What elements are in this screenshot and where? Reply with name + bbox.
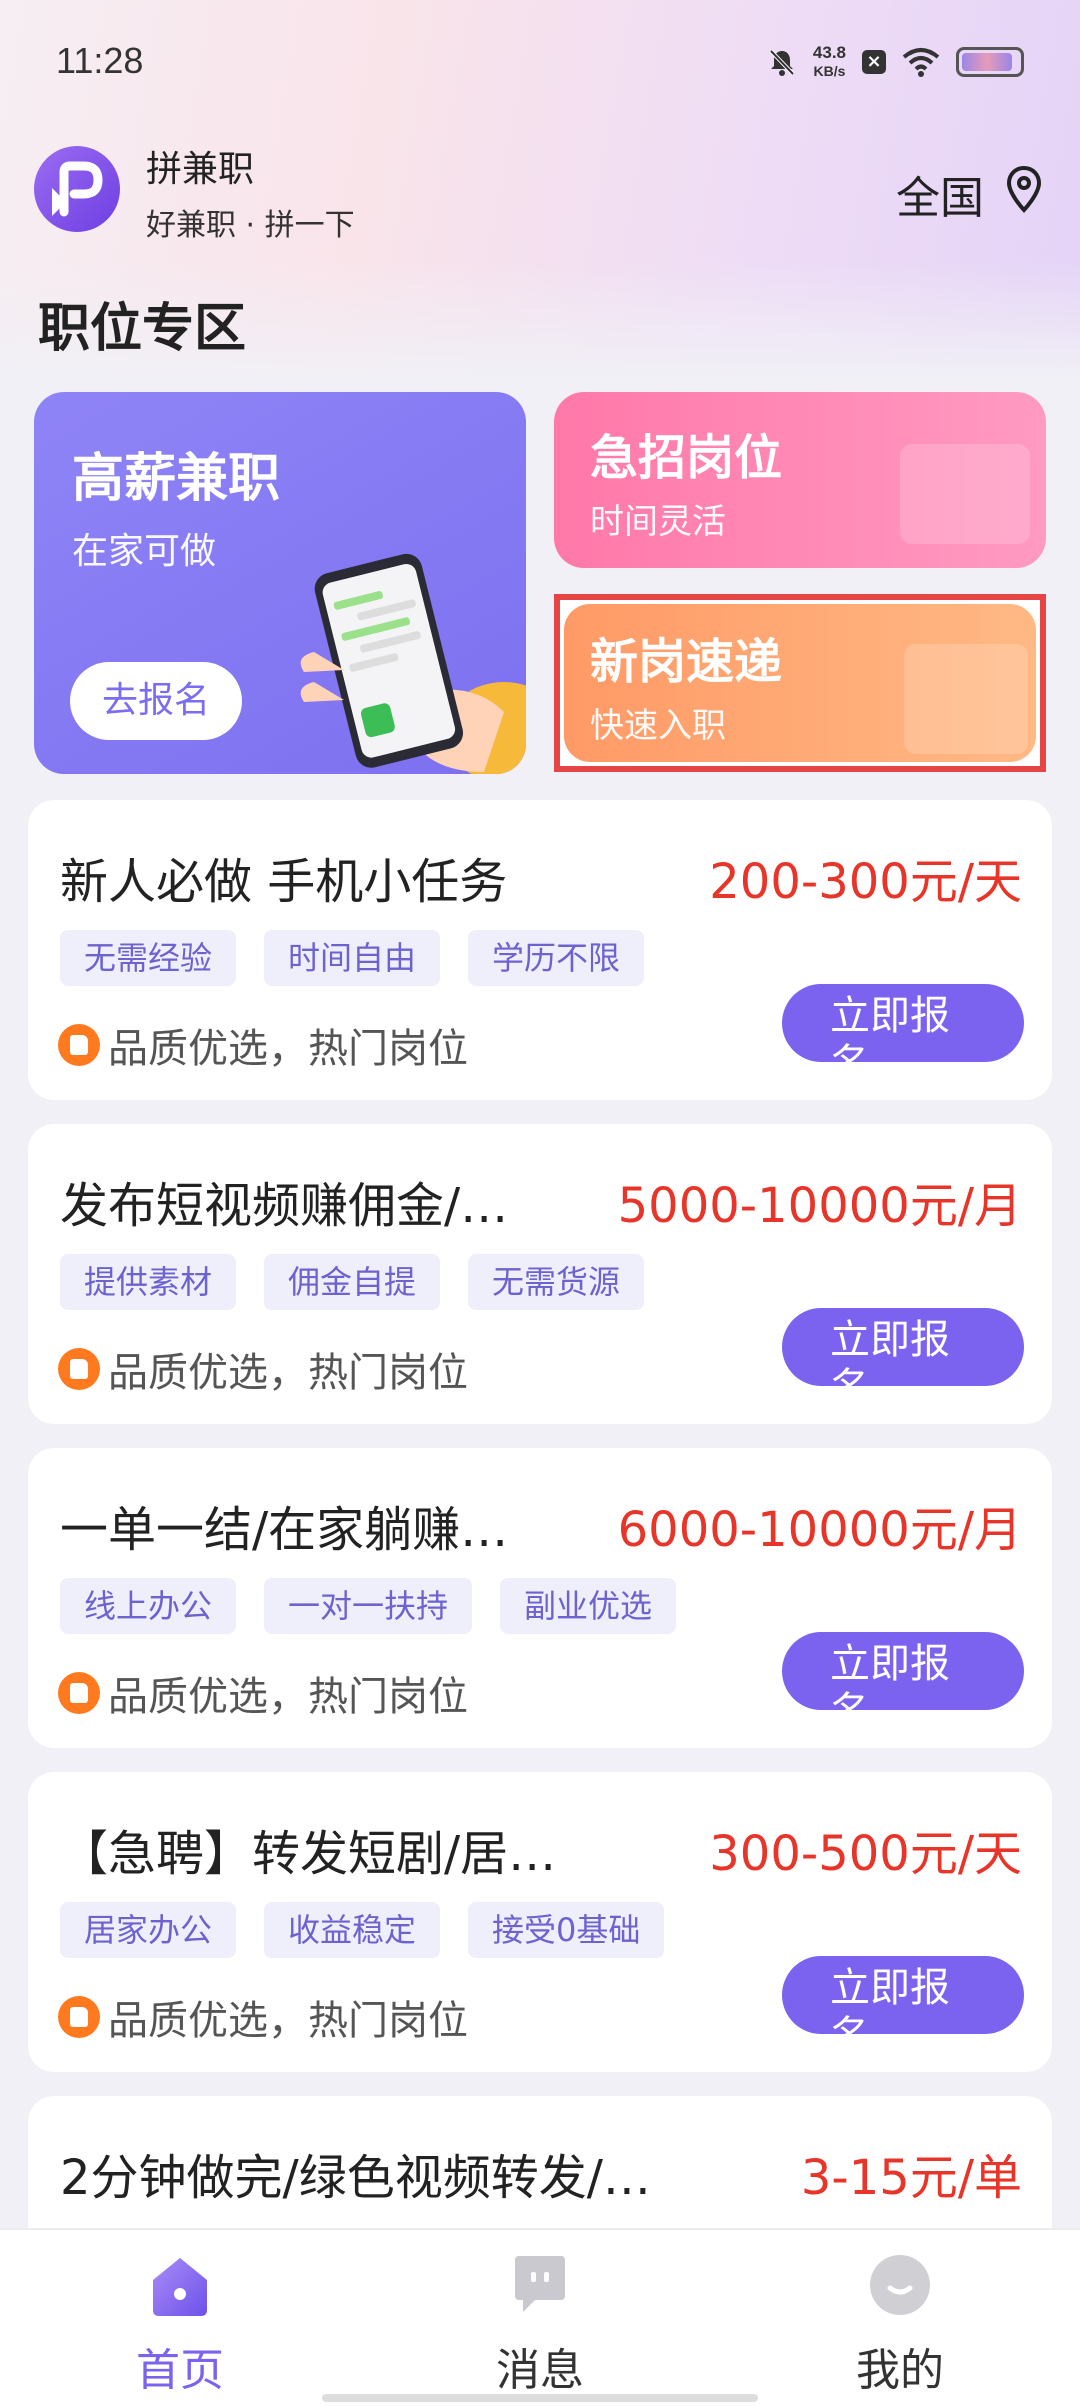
job-tag: 无需经验 bbox=[60, 930, 237, 986]
wifi-icon bbox=[902, 48, 940, 77]
nav-label: 我的 bbox=[856, 2345, 944, 2396]
thumbs-up-icon bbox=[58, 1672, 100, 1714]
promo-card-high-pay[interactable]: 高薪兼职 在家可做 去报名 bbox=[34, 392, 526, 774]
nav-item-home[interactable]: 首页 bbox=[80, 2252, 280, 2398]
job-tag: 时间自由 bbox=[264, 930, 441, 986]
apply-button[interactable]: 立即报名 bbox=[782, 1632, 1024, 1710]
app-name: 拼兼职 bbox=[146, 149, 255, 190]
promo-subtitle: 快速入职 bbox=[590, 706, 726, 746]
apply-button-label: 立即报名 bbox=[830, 1965, 950, 2034]
app-slogan: 好兼职 · 拼一下 bbox=[146, 208, 355, 243]
apply-button[interactable]: 立即报名 bbox=[782, 984, 1024, 1062]
job-salary: 200-300元/天 bbox=[709, 854, 1022, 910]
job-salary: 5000-10000元/月 bbox=[617, 1178, 1022, 1234]
monitor-decoration-icon bbox=[900, 444, 1030, 544]
app-logo bbox=[34, 146, 120, 232]
nav-label: 消息 bbox=[496, 2345, 584, 2396]
quality-badge: 品质优选，热门岗位 bbox=[58, 1016, 468, 1074]
job-title: 2分钟做完/绿色视频转发/… bbox=[60, 2150, 651, 2206]
job-card[interactable]: 【急聘】转发短剧/居… 300-500元/天 居家办公 收益稳定 接受0基础 品… bbox=[28, 1772, 1052, 2072]
notification-x-icon: × bbox=[862, 50, 886, 74]
job-tags: 居家办公 收益稳定 接受0基础 bbox=[60, 1902, 665, 1958]
section-title: 职位专区 bbox=[38, 299, 247, 359]
nav-label: 首页 bbox=[136, 2345, 224, 2396]
bell-muted-icon bbox=[769, 49, 795, 76]
job-tag: 线上办公 bbox=[60, 1578, 237, 1634]
battery-icon bbox=[956, 47, 1024, 77]
message-icon bbox=[515, 2256, 565, 2312]
nav-item-profile[interactable]: 我的 bbox=[800, 2252, 1000, 2398]
signup-button[interactable]: 去报名 bbox=[70, 662, 242, 740]
job-card[interactable]: 一单一结/在家躺赚… 6000-10000元/月 线上办公 一对一扶持 副业优选… bbox=[28, 1448, 1052, 1748]
job-tags: 线上办公 一对一扶持 副业优选 bbox=[60, 1578, 677, 1634]
status-bar: 11:28 43.8 KB/s × bbox=[0, 0, 1080, 120]
job-title: 【急聘】转发短剧/居… bbox=[60, 1826, 557, 1882]
thumbs-up-icon bbox=[58, 1996, 100, 2038]
job-title: 新人必做 手机小任务 bbox=[60, 854, 508, 910]
thumbs-up-icon bbox=[58, 1348, 100, 1390]
status-time: 11:28 bbox=[56, 40, 144, 81]
job-tag: 学历不限 bbox=[468, 930, 645, 986]
promo-title: 高薪兼职 bbox=[72, 449, 281, 509]
job-tags: 提供素材 佣金自提 无需货源 bbox=[60, 1254, 645, 1310]
quality-text: 品质优选，热门岗位 bbox=[108, 1998, 468, 2044]
apply-button[interactable]: 立即报名 bbox=[782, 1956, 1024, 2034]
job-tag: 无需货源 bbox=[468, 1254, 645, 1310]
quality-text: 品质优选，热门岗位 bbox=[108, 1674, 468, 1720]
logo-p-icon bbox=[52, 161, 103, 217]
job-salary: 3-15元/单 bbox=[800, 2150, 1022, 2206]
apply-button[interactable]: 立即报名 bbox=[782, 1308, 1024, 1386]
battery-level bbox=[962, 53, 1013, 71]
job-tag: 收益稳定 bbox=[264, 1902, 441, 1958]
quality-badge: 品质优选，热门岗位 bbox=[58, 1988, 468, 2046]
briefcase-decoration-icon bbox=[904, 644, 1028, 754]
network-speed-unit: KB/s bbox=[813, 63, 846, 79]
bottom-nav: 首页 消息 我的 bbox=[0, 2228, 1080, 2408]
quality-text: 品质优选，热门岗位 bbox=[108, 1350, 468, 1396]
job-salary: 300-500元/天 bbox=[709, 1826, 1022, 1882]
region-selector[interactable]: 全国 bbox=[896, 162, 984, 226]
job-tag: 接受0基础 bbox=[468, 1902, 665, 1958]
quality-text: 品质优选，热门岗位 bbox=[108, 1026, 468, 1072]
quality-badge: 品质优选，热门岗位 bbox=[58, 1340, 468, 1398]
job-title: 一单一结/在家躺赚… bbox=[60, 1502, 509, 1558]
network-speed: 43.8 KB/s bbox=[813, 44, 846, 80]
home-icon bbox=[153, 2258, 207, 2316]
network-speed-value: 43.8 bbox=[812, 43, 846, 62]
phone-in-hand-illustration bbox=[300, 553, 526, 774]
job-tag: 一对一扶持 bbox=[264, 1578, 473, 1634]
job-card[interactable]: 发布短视频赚佣金/… 5000-10000元/月 提供素材 佣金自提 无需货源 … bbox=[28, 1124, 1052, 1424]
job-tags: 无需经验 时间自由 学历不限 bbox=[60, 930, 645, 986]
location-pin-icon[interactable] bbox=[1002, 164, 1046, 214]
thumbs-up-icon bbox=[58, 1024, 100, 1066]
promo-subtitle: 在家可做 bbox=[72, 531, 217, 572]
profile-icon bbox=[870, 2255, 930, 2315]
job-tag: 副业优选 bbox=[500, 1578, 677, 1634]
job-salary: 6000-10000元/月 bbox=[617, 1502, 1022, 1558]
status-icons: 43.8 KB/s × bbox=[767, 44, 1024, 80]
job-title: 发布短视频赚佣金/… bbox=[60, 1178, 509, 1234]
job-tag: 提供素材 bbox=[60, 1254, 237, 1310]
promo-title: 新岗速递 bbox=[590, 634, 783, 690]
job-tag: 佣金自提 bbox=[264, 1254, 441, 1310]
promo-card-urgent[interactable]: 急招岗位 时间灵活 bbox=[554, 392, 1046, 568]
promo-card-new-jobs-body: 新岗速递 快速入职 bbox=[564, 604, 1036, 762]
promo-card-new-jobs[interactable]: 新岗速递 快速入职 bbox=[554, 594, 1046, 772]
job-tag: 居家办公 bbox=[60, 1902, 237, 1958]
apply-button-label: 立即报名 bbox=[830, 1641, 950, 1710]
nav-item-messages[interactable]: 消息 bbox=[440, 2252, 640, 2398]
promo-title: 急招岗位 bbox=[590, 430, 783, 486]
promo-subtitle: 时间灵活 bbox=[590, 502, 726, 542]
home-indicator bbox=[322, 2394, 758, 2402]
app-header: 拼兼职 好兼职 · 拼一下 全国 bbox=[34, 140, 1046, 243]
job-card[interactable]: 新人必做 手机小任务 200-300元/天 无需经验 时间自由 学历不限 品质优… bbox=[28, 800, 1052, 1100]
apply-button-label: 立即报名 bbox=[830, 1317, 950, 1386]
apply-button-label: 立即报名 bbox=[830, 993, 950, 1062]
quality-badge: 品质优选，热门岗位 bbox=[58, 1664, 468, 1722]
